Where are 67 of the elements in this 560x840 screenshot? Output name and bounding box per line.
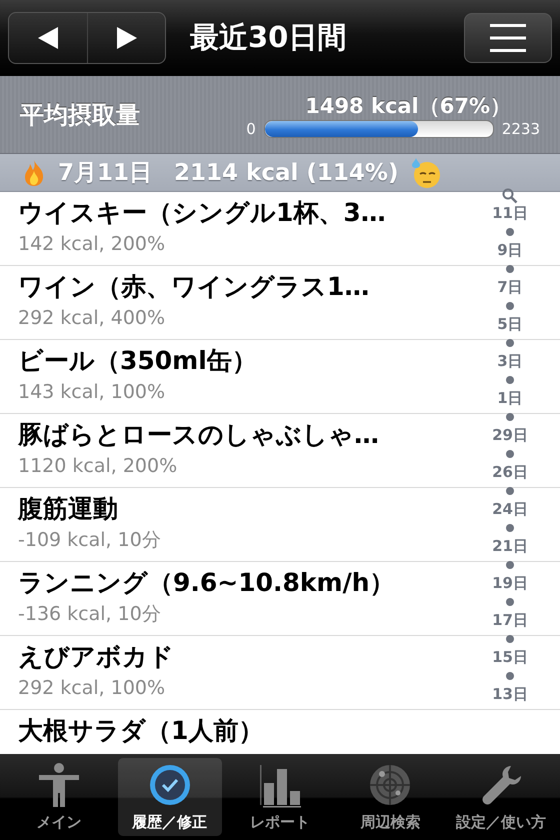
entry-name[interactable]: えびアボカド [18, 639, 174, 675]
index-label[interactable]: 17日 [492, 611, 528, 630]
tab[interactable]: 設定／使い方 [448, 758, 553, 836]
bar-min: 0 [246, 120, 256, 138]
entry-name[interactable]: ランニング（9.6~10.8km/h） [18, 565, 395, 601]
index-label[interactable]: 11日 [492, 204, 528, 223]
section-date: 7月11日 [58, 159, 152, 188]
index-dot [506, 487, 514, 495]
entry-detail: -109 kcal, 10分 [18, 528, 161, 553]
index-label[interactable]: 13日 [492, 685, 528, 704]
summary-label: 平均摂取量 [20, 100, 140, 130]
index-dot [506, 635, 514, 643]
index-label[interactable]: 1日 [497, 389, 523, 408]
clock-icon [150, 765, 190, 805]
search-icon[interactable] [502, 188, 518, 204]
entry-detail: 143 kcal, 100% [18, 380, 166, 405]
menu-button[interactable] [464, 13, 552, 63]
index-dot [506, 561, 514, 569]
window-title: 最近30日間 [190, 19, 348, 56]
index-dot [506, 672, 514, 680]
entry-name[interactable]: ワイン（赤、ワイングラス1… [18, 269, 370, 305]
index-dot [506, 228, 514, 236]
index-dot [506, 450, 514, 458]
segmented-control[interactable] [8, 12, 166, 64]
radar-icon [369, 764, 412, 806]
index-dot [506, 265, 514, 273]
tab[interactable]: レポート [228, 758, 332, 836]
fire-icon [25, 160, 44, 186]
index-label[interactable]: 3日 [497, 352, 523, 371]
index-label[interactable]: 21日 [492, 537, 528, 556]
index-dot [506, 302, 514, 310]
entry-name[interactable]: ビール（350ml缶） [18, 343, 257, 379]
index-label[interactable]: 29日 [492, 426, 528, 445]
index-label[interactable]: 7日 [497, 278, 523, 297]
wrench-icon [482, 766, 521, 804]
sweat-face-icon [412, 158, 440, 188]
entry-detail: 292 kcal, 400% [18, 306, 166, 331]
entry-name[interactable]: 腹筋運動 [18, 491, 118, 527]
index-label[interactable]: 15日 [492, 648, 528, 667]
index-label[interactable]: 19日 [492, 574, 528, 593]
tab[interactable]: 周辺検索 [338, 758, 442, 836]
index-dot [506, 376, 514, 384]
index-label[interactable]: 24日 [492, 500, 528, 519]
entry-detail: 292 kcal, 100% [18, 676, 166, 701]
index-label[interactable]: 26日 [492, 463, 528, 482]
entry-detail: 1120 kcal, 200% [18, 454, 178, 479]
right-triangle-icon [114, 25, 138, 51]
entry-name[interactable]: 豚ばらとロースのしゃぶしゃ… [18, 417, 379, 453]
entry-name[interactable]: 大根サラダ（1人前） [18, 713, 264, 749]
entry-name[interactable]: ウイスキー（シングル1杯、3… [18, 195, 386, 231]
entry-detail: 142 kcal, 200% [18, 232, 166, 257]
index-dot [506, 598, 514, 606]
tab[interactable]: 履歴／修正 [118, 758, 222, 836]
bar-chart-icon [260, 765, 301, 808]
average-value: 1498 kcal（67%） [305, 92, 512, 120]
entry-detail: -136 kcal, 10分 [18, 602, 161, 627]
index-label[interactable]: 5日 [497, 315, 523, 334]
index-dot [506, 413, 514, 421]
index-label[interactable]: 9日 [497, 241, 523, 260]
left-triangle-icon [36, 25, 60, 51]
index-dot [506, 339, 514, 347]
index-dot [506, 524, 514, 532]
menu-icon [490, 23, 526, 53]
bar-max: 2233 [502, 120, 540, 138]
section-total: 2114 kcal (114%) [174, 160, 398, 186]
person-icon [39, 763, 80, 807]
tab[interactable]: メイン [7, 758, 112, 836]
